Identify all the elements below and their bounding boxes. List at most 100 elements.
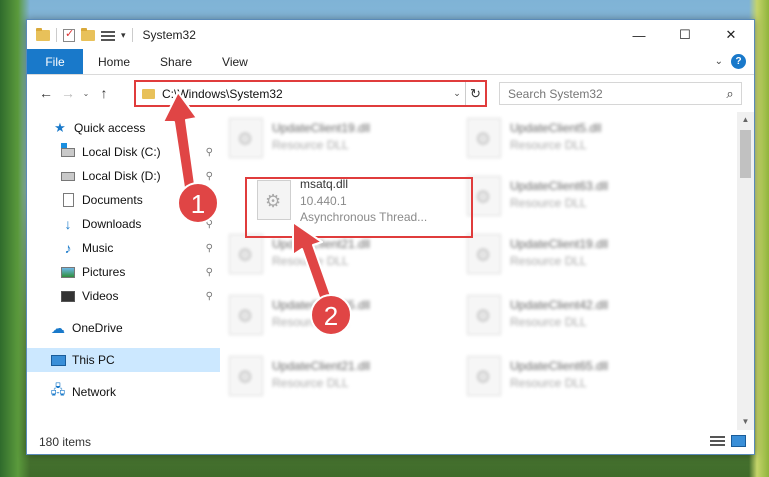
navigation-pane: ★ Quick access Local Disk (C:) ⚲ Local D…	[27, 116, 220, 422]
address-bar[interactable]: C:\Windows\System32 ⌄ ↻	[134, 80, 487, 107]
file-description: Resource DLL	[510, 196, 587, 210]
new-folder-icon[interactable]	[81, 27, 95, 41]
sidebar-item-label: Videos	[82, 289, 119, 303]
sidebar-item-onedrive[interactable]: ☁ OneDrive	[27, 316, 220, 340]
pin-icon[interactable]: ⚲	[206, 219, 213, 230]
disk-icon	[60, 168, 76, 184]
file-item[interactable]: UpdateClient19.dll Resource DLL	[223, 112, 443, 162]
disk-icon	[60, 142, 76, 160]
large-icons-view-icon[interactable]	[731, 435, 746, 447]
dll-file-icon	[467, 234, 501, 274]
documents-icon	[60, 192, 76, 208]
file-description: Resource DLL	[272, 254, 349, 268]
pin-icon[interactable]: ⚲	[206, 147, 213, 158]
scrollbar-thumb[interactable]	[740, 130, 751, 178]
search-icon[interactable]: ⌕	[719, 86, 741, 102]
item-count: 180 items	[39, 435, 92, 449]
computer-icon	[50, 352, 66, 368]
maximize-button[interactable]: ☐	[662, 20, 708, 50]
sidebar-item-music[interactable]: ♪ Music ⚲	[27, 236, 220, 260]
sidebar-item-label: Downloads	[82, 217, 142, 231]
pin-icon[interactable]: ⚲	[206, 267, 213, 278]
download-icon: ↓	[64, 216, 72, 232]
file-name: UpdateClient21.dll	[272, 237, 371, 251]
pin-icon[interactable]: ⚲	[206, 243, 213, 254]
sidebar-item-local-disk-d[interactable]: Local Disk (D:) ⚲	[27, 164, 220, 188]
pin-icon[interactable]: ⚲	[206, 171, 213, 182]
close-button[interactable]: ✕	[708, 20, 754, 50]
scroll-up-icon[interactable]: ▲	[737, 112, 754, 128]
tab-share[interactable]: Share	[145, 49, 207, 74]
sidebar-item-label: This PC	[72, 353, 115, 367]
sidebar-item-documents[interactable]: Documents ⚲	[27, 188, 220, 212]
sidebar-item-label: Network	[72, 385, 117, 399]
scroll-down-icon[interactable]: ▼	[737, 414, 754, 430]
pictures-icon	[60, 264, 76, 280]
sidebar-item-downloads[interactable]: ↓ Downloads ⚲	[27, 212, 220, 236]
file-name: UpdateClient21.dll	[272, 359, 371, 373]
file-description: Resource DLL	[272, 376, 349, 390]
sidebar-item-label: Quick access	[74, 121, 146, 135]
folder-icon	[142, 88, 155, 99]
file-highlight-box	[245, 177, 473, 238]
file-item[interactable]: UpdateClient65.dll Resource DLL	[223, 289, 443, 339]
status-bar: 180 items	[27, 430, 754, 454]
file-description: Resource DLL	[510, 138, 587, 152]
file-item[interactable]: UpdateClient63.dll Resource DLL	[461, 170, 681, 220]
file-description: Resource DLL	[510, 376, 587, 390]
sidebar-item-label: Pictures	[82, 265, 126, 279]
sidebar-item-videos[interactable]: Videos ⚲	[27, 284, 220, 308]
quick-access-toolbar: ▾	[36, 27, 133, 42]
file-name: UpdateClient19.dll	[272, 121, 371, 135]
file-name: UpdateClient5.dll	[510, 121, 602, 135]
address-path[interactable]: C:\Windows\System32	[162, 87, 449, 101]
file-item[interactable]: UpdateClient5.dll Resource DLL	[461, 112, 681, 162]
folder-icon[interactable]	[36, 27, 50, 41]
sidebar-item-label: Local Disk (D:)	[82, 169, 161, 183]
sidebar-item-label: Music	[82, 241, 114, 255]
tab-file[interactable]: File	[27, 49, 83, 74]
sidebar-item-pictures[interactable]: Pictures ⚲	[27, 260, 220, 284]
sidebar-item-network[interactable]: 🖧 Network	[27, 380, 220, 404]
file-name: UpdateClient42.dll	[510, 298, 609, 312]
pin-icon[interactable]: ⚲	[206, 291, 213, 302]
refresh-button[interactable]: ↻	[465, 82, 485, 105]
details-view-icon[interactable]	[710, 435, 725, 447]
file-item[interactable]: UpdateClient19.dll Resource DLL	[461, 228, 681, 278]
up-button[interactable]: ↑	[93, 85, 115, 101]
search-box[interactable]: ⌕	[499, 82, 742, 105]
minimize-button[interactable]: —	[616, 20, 662, 50]
file-item[interactable]: UpdateClient21.dll Resource DLL	[223, 350, 443, 400]
file-description: Resource DLL	[510, 254, 587, 268]
forward-button[interactable]: →	[57, 85, 79, 101]
file-list: UpdateClient19.dll Resource DLL msatq.dl…	[223, 112, 738, 424]
view-toggle	[710, 435, 746, 447]
file-item[interactable]: UpdateClient42.dll Resource DLL	[461, 289, 681, 339]
pin-icon[interactable]: ⚲	[206, 195, 213, 206]
ribbon-right-controls: ⌄ ?	[715, 54, 746, 69]
sidebar-item-local-disk-c[interactable]: Local Disk (C:) ⚲	[27, 140, 220, 164]
sidebar-item-label: OneDrive	[72, 321, 123, 335]
recent-locations-button[interactable]: ⌄	[79, 89, 93, 98]
vertical-scrollbar[interactable]: ▲ ▼	[737, 112, 754, 430]
expand-ribbon-icon[interactable]: ⌄	[715, 56, 723, 67]
address-dropdown-icon[interactable]: ⌄	[449, 88, 465, 99]
dll-file-icon	[467, 356, 501, 396]
back-button[interactable]: ←	[35, 85, 57, 101]
search-input[interactable]	[508, 86, 719, 101]
tab-home[interactable]: Home	[83, 49, 145, 74]
sidebar-item-quick-access[interactable]: ★ Quick access	[27, 116, 220, 140]
file-name: UpdateClient63.dll	[510, 179, 609, 193]
properties-icon[interactable]	[63, 27, 75, 42]
dll-file-icon	[229, 234, 263, 274]
help-icon[interactable]: ?	[731, 54, 746, 69]
customize-toolbar-icon[interactable]: ▾	[121, 30, 126, 41]
dll-file-icon	[467, 118, 501, 158]
file-explorer-window: ▾ System32 — ☐ ✕ File Home Share View ⌄ …	[26, 19, 755, 455]
music-icon: ♪	[64, 240, 72, 256]
tab-view[interactable]: View	[207, 49, 263, 74]
file-item[interactable]: UpdateClient65.dll Resource DLL	[461, 350, 681, 400]
view-options-icon[interactable]	[101, 29, 115, 41]
navigation-bar: ← → ⌄ ↑ C:\Windows\System32 ⌄ ↻ ⌕	[27, 76, 754, 110]
sidebar-item-this-pc[interactable]: This PC	[27, 348, 220, 372]
